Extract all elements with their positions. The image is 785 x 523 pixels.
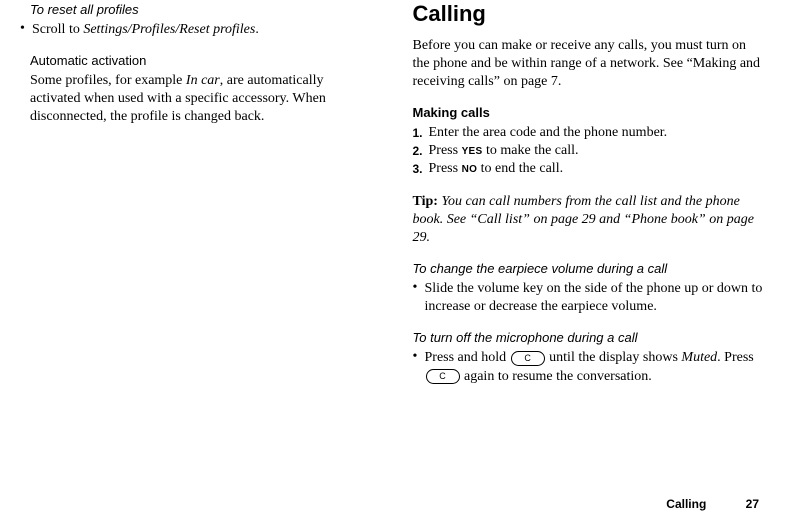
footer-section: Calling — [666, 497, 706, 511]
mic-bullet: • Press and hold C until the display sho… — [413, 349, 766, 385]
mic-muted: Muted — [681, 350, 717, 365]
step2-b: to make the call. — [482, 143, 578, 158]
volume-bullet: • Slide the volume key on the side of th… — [413, 280, 766, 316]
step-1-text: Enter the area code and the phone number… — [429, 124, 766, 142]
making-calls-heading: Making calls — [413, 105, 766, 122]
step-2-text: Press YES to make the call. — [429, 142, 766, 160]
auto-body-1: Some profiles, for example — [30, 73, 186, 88]
volume-text: Slide the volume key on the side of the … — [425, 280, 766, 316]
page-footer: Calling 27 — [666, 497, 759, 513]
reset-bullet: • Scroll to Settings/Profiles/Reset prof… — [20, 21, 373, 39]
tip-body: You can call numbers from the call list … — [413, 194, 754, 245]
reset-prefix: Scroll to — [32, 22, 83, 37]
bullet-icon: • — [20, 21, 32, 38]
mic-heading: To turn off the microphone during a call — [413, 330, 766, 347]
step-2-num: 2. — [413, 142, 429, 160]
no-key: NO — [462, 164, 478, 175]
tip-label: Tip: — [413, 194, 442, 209]
step-1: 1. Enter the area code and the phone num… — [413, 124, 766, 142]
step-3-text: Press NO to end the call. — [429, 160, 766, 178]
c-key-icon: C — [511, 351, 545, 366]
step-1-num: 1. — [413, 124, 429, 142]
reset-suffix: . — [255, 22, 259, 37]
calling-title: Calling — [413, 0, 766, 29]
volume-heading: To change the earpiece volume during a c… — [413, 261, 766, 278]
reset-profiles-heading: To reset all profiles — [30, 2, 373, 19]
auto-body-italic: In car — [186, 73, 220, 88]
step-3-num: 3. — [413, 160, 429, 178]
footer-page-number: 27 — [746, 497, 759, 511]
bullet-icon: • — [413, 349, 425, 366]
step3-b: to end the call. — [477, 161, 563, 176]
auto-activation-heading: Automatic activation — [30, 53, 373, 70]
mic-text: Press and hold C until the display shows… — [425, 349, 766, 385]
reset-bullet-text: Scroll to Settings/Profiles/Reset profil… — [32, 21, 373, 39]
mic-d: again to resume the conversation. — [461, 369, 652, 384]
step3-a: Press — [429, 161, 462, 176]
step-3: 3. Press NO to end the call. — [413, 160, 766, 178]
c-key-icon: C — [426, 369, 460, 384]
reset-path: Settings/Profiles/Reset profiles — [83, 22, 255, 37]
bullet-icon: • — [413, 280, 425, 297]
auto-activation-body: Some profiles, for example In car, are a… — [30, 72, 373, 127]
step2-a: Press — [429, 143, 462, 158]
mic-a: Press and hold — [425, 350, 510, 365]
calling-intro: Before you can make or receive any calls… — [413, 37, 766, 92]
mic-c: . Press — [717, 350, 754, 365]
step-2: 2. Press YES to make the call. — [413, 142, 766, 160]
tip-block: Tip: You can call numbers from the call … — [413, 193, 766, 248]
yes-key: YES — [462, 146, 483, 157]
mic-b: until the display shows — [546, 350, 682, 365]
